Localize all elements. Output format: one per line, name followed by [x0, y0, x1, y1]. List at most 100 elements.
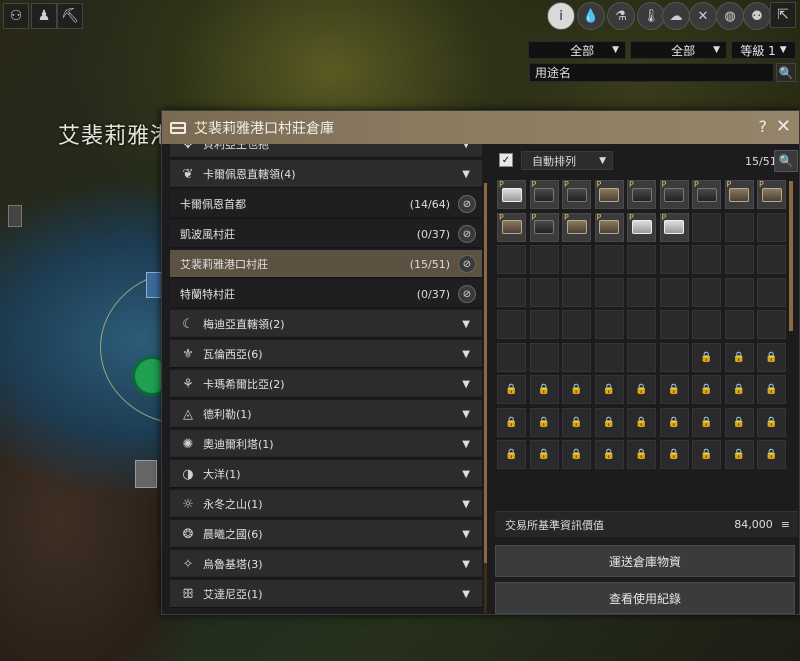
empty-slot[interactable] [659, 277, 689, 307]
hide-icon[interactable]: ⊘ [458, 255, 476, 273]
lock-icon[interactable]: 🔒 [627, 440, 656, 469]
empty-slot[interactable] [659, 245, 689, 274]
window-titlebar[interactable]: 艾裴莉雅港口村莊倉庫 ? ✕ [162, 111, 799, 144]
empty-slot[interactable] [627, 310, 656, 339]
hide-icon[interactable]: ⊘ [458, 195, 476, 213]
crossed-swords-icon[interactable]: ✕ [689, 2, 717, 30]
empty-slot[interactable] [497, 277, 526, 307]
lock-icon[interactable]: 🔒 [757, 407, 786, 437]
empty-slot[interactable] [757, 245, 786, 274]
people-icon[interactable]: ⚇ [3, 3, 29, 29]
lock-icon[interactable]: 🔒 [497, 407, 526, 437]
lock-icon[interactable]: 🔒 [529, 375, 559, 404]
lock-icon[interactable]: 🔒 [724, 375, 754, 404]
region-group[interactable]: ◬ 德利勒(1) ▼ [170, 400, 482, 428]
autosort-dropdown[interactable]: 自動排列 ▼ [521, 151, 613, 170]
empty-slot[interactable] [627, 245, 656, 274]
map-marker-icon[interactable] [8, 205, 22, 227]
empty-slot[interactable] [692, 245, 721, 274]
hide-icon[interactable]: ⊘ [458, 285, 476, 303]
lock-icon[interactable]: 🔒 [627, 375, 656, 404]
group-icon[interactable]: ⚉ [743, 2, 771, 30]
lock-icon[interactable]: 🔒 [659, 440, 689, 469]
empty-slot[interactable] [594, 245, 624, 274]
empty-slot[interactable] [757, 277, 786, 307]
region-group[interactable]: ❦ 卡爾佩恩直轄領(4) ▼ [170, 160, 482, 188]
empty-slot[interactable] [562, 310, 591, 339]
inventory-item-slot[interactable]: P [659, 212, 689, 242]
drop-icon[interactable]: 💧 [577, 2, 605, 30]
lock-icon[interactable]: 🔒 [594, 440, 624, 469]
region-group[interactable]: ⚜ 瓦倫西亞(6) ▼ [170, 340, 482, 368]
inventory-item-slot[interactable]: P [497, 212, 526, 242]
transport-button[interactable]: 運送倉庫物資 [495, 545, 795, 577]
empty-slot[interactable] [627, 277, 656, 307]
lock-icon[interactable]: 🔒 [724, 407, 754, 437]
lock-icon[interactable]: 🔒 [757, 440, 786, 469]
inventory-item-slot[interactable]: P [757, 180, 786, 209]
lock-icon[interactable]: 🔒 [497, 440, 526, 469]
lock-icon[interactable]: 🔒 [562, 375, 591, 404]
lock-icon[interactable]: 🔒 [529, 440, 559, 469]
lock-icon[interactable]: 🔒 [659, 407, 689, 437]
lock-icon[interactable]: 🔒 [659, 375, 689, 404]
inventory-item-slot[interactable]: P [659, 180, 689, 209]
pickaxe-icon[interactable]: ⛏ [57, 3, 83, 29]
empty-slot[interactable] [529, 277, 559, 307]
region-group[interactable]: ☼ 永冬之山(1) ▼ [170, 490, 482, 518]
empty-slot[interactable] [594, 310, 624, 339]
empty-slot[interactable] [562, 245, 591, 274]
empty-slot[interactable] [724, 245, 754, 274]
history-button[interactable]: 查看使用紀錄 [495, 582, 795, 614]
lock-icon[interactable]: 🔒 [529, 407, 559, 437]
level-dropdown[interactable]: 等級 1 ▼ [731, 41, 796, 59]
cloud-icon[interactable]: ☁ [662, 2, 690, 30]
empty-slot[interactable] [529, 310, 559, 339]
lock-icon[interactable]: 🔒 [724, 342, 754, 372]
empty-slot[interactable] [497, 342, 526, 372]
close-button[interactable]: ✕ [776, 116, 791, 137]
inventory-item-slot[interactable]: P [529, 212, 559, 242]
region-group[interactable]: ꕥ 艾達尼亞(1) ▼ [170, 580, 482, 608]
region-group[interactable]: ❂ 晨曦之國(6) ▼ [170, 520, 482, 548]
region-group[interactable]: ◑ 大洋(1) ▼ [170, 460, 482, 488]
empty-slot[interactable] [757, 310, 786, 339]
person-marker-icon[interactable]: ♟ [31, 3, 57, 29]
help-button[interactable]: ? [759, 117, 768, 136]
empty-slot[interactable] [594, 342, 624, 372]
empty-slot[interactable] [627, 342, 656, 372]
lock-icon[interactable]: 🔒 [757, 375, 786, 404]
flask-icon[interactable]: ⚗ [607, 2, 635, 30]
empty-slot[interactable] [659, 310, 689, 339]
empty-slot[interactable] [724, 277, 754, 307]
village-item-selected[interactable]: 艾裴莉雅港口村莊 (15/51) ⊘ [170, 250, 482, 278]
empty-slot[interactable] [594, 277, 624, 307]
empty-slot[interactable] [692, 310, 721, 339]
lock-icon[interactable]: 🔒 [627, 407, 656, 437]
region-group[interactable]: ✧ 烏魯基塔(3) ▼ [170, 550, 482, 578]
lock-icon[interactable]: 🔒 [692, 440, 721, 469]
search-icon[interactable]: 🔍 [776, 63, 796, 82]
lock-icon[interactable]: 🔒 [594, 375, 624, 404]
empty-slot[interactable] [562, 342, 591, 372]
inventory-item-slot[interactable]: P [594, 180, 624, 209]
lock-icon[interactable]: 🔒 [724, 440, 754, 469]
empty-slot[interactable] [692, 277, 721, 307]
thermometer-icon[interactable]: 🌡 [637, 2, 665, 30]
empty-slot[interactable] [529, 245, 559, 274]
inventory-item-slot[interactable]: P [497, 180, 526, 209]
village-item[interactable]: 卡爾佩恩首都 (14/64) ⊘ [170, 190, 482, 218]
region-group[interactable]: ✺ 奧迪爾利塔(1) ▼ [170, 430, 482, 458]
purpose-search-input[interactable]: 用途名 [529, 63, 774, 82]
region-group[interactable]: ☾ 梅迪亞直轄領(2) ▼ [170, 310, 482, 338]
empty-slot[interactable] [692, 212, 721, 242]
empty-slot[interactable] [659, 342, 689, 372]
lock-icon[interactable]: 🔒 [594, 407, 624, 437]
inventory-item-slot[interactable]: P [562, 212, 591, 242]
exit-icon[interactable]: ⇱ [770, 2, 796, 28]
village-item[interactable]: 凱波風村莊 (0/37) ⊘ [170, 220, 482, 248]
lock-icon[interactable]: 🔒 [757, 342, 786, 372]
village-item[interactable]: 特蘭特村莊 (0/37) ⊘ [170, 280, 482, 308]
autosort-checkbox[interactable]: ✓ [499, 153, 513, 167]
empty-slot[interactable] [562, 277, 591, 307]
